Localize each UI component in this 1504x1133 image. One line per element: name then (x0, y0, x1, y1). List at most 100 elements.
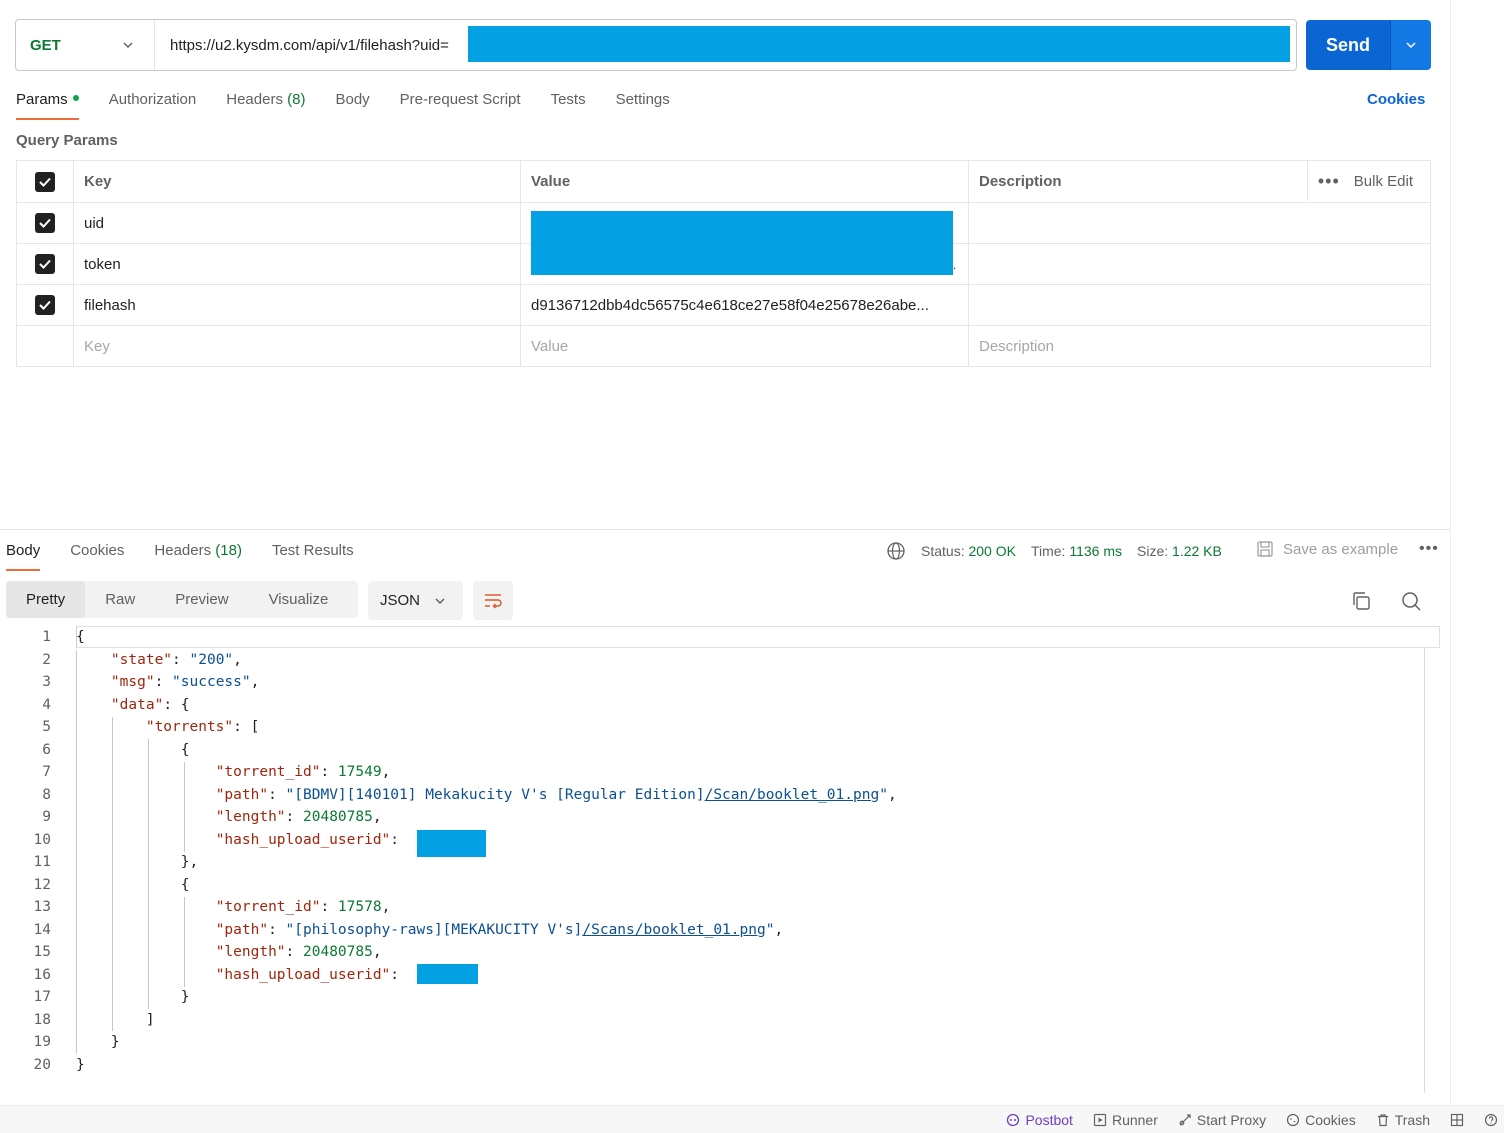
view-raw[interactable]: Raw (85, 581, 155, 618)
size-value[interactable]: 1.22 KB (1172, 543, 1222, 559)
more-options-icon[interactable]: ••• (1308, 171, 1350, 192)
tab-tests[interactable]: Tests (536, 90, 601, 120)
param-key[interactable]: token (74, 244, 521, 284)
resp-tab-test-results[interactable]: Test Results (257, 541, 369, 571)
new-value-input[interactable]: Value (521, 326, 969, 366)
line-number: 12 (33, 876, 51, 893)
view-preview[interactable]: Preview (155, 581, 248, 618)
param-description[interactable] (969, 244, 1430, 284)
send-button[interactable]: Send (1306, 20, 1390, 70)
status-value[interactable]: 200 OK (968, 543, 1015, 559)
param-row: filehash d9136712dbb4dc56575c4e618ce27e5… (17, 284, 1430, 325)
more-options-icon[interactable]: ••• (1419, 540, 1439, 558)
torrent-id-value: 17549 (337, 764, 382, 781)
check-icon (39, 259, 51, 269)
check-icon (39, 300, 51, 310)
view-visualize[interactable]: Visualize (249, 581, 349, 618)
postbot-button[interactable]: Postbot (996, 1112, 1082, 1128)
resp-tab-headers[interactable]: Headers (18) (139, 541, 257, 571)
code-text: "path": "[philosophy-raws][MEKAKUCITY V'… (215, 921, 784, 938)
search-icon[interactable] (1399, 589, 1423, 613)
wrap-lines-button[interactable] (473, 581, 513, 620)
url-input[interactable]: https://u2.kysdm.com/api/v1/filehash?uid… (155, 20, 1296, 70)
tab-prerequest-script[interactable]: Pre-request Script (385, 90, 536, 120)
code-line: 19 } (0, 1031, 1440, 1054)
line-number: 13 (33, 899, 51, 916)
time-value[interactable]: 1136 ms (1069, 543, 1122, 559)
redaction-block (468, 26, 1290, 62)
cookies-button[interactable]: Cookies (1276, 1112, 1366, 1128)
start-proxy-label: Start Proxy (1196, 1111, 1267, 1128)
response-body-code[interactable]: 1{ 2 "state": "200", 3 "msg": "success",… (0, 626, 1440, 1076)
param-key[interactable]: filehash (74, 285, 521, 325)
param-checkbox[interactable] (35, 213, 55, 233)
layout-toggle-button[interactable] (1440, 1113, 1474, 1127)
runner-button[interactable]: Runner (1083, 1112, 1168, 1128)
line-number: 11 (33, 854, 51, 871)
path-value: [philosophy-raws][MEKAKUCITY V's] (294, 921, 583, 938)
line-number: 5 (42, 719, 51, 736)
save-as-example-button[interactable]: Save as example (1255, 539, 1398, 559)
line-number: 18 (33, 1011, 51, 1028)
format-label: JSON (380, 592, 421, 609)
code-line: 13 "torrent_id": 17578, (0, 896, 1440, 919)
code-scrollbar-track[interactable] (1424, 648, 1425, 1093)
wrap-lines-icon (485, 593, 502, 608)
resp-tab-cookies[interactable]: Cookies (55, 541, 139, 571)
param-value[interactable]: d9136712dbb4dc56575c4e618ce27e58f04e2567… (521, 285, 969, 325)
copy-icon[interactable] (1349, 589, 1373, 613)
code-text: "torrent_id": 17578, (215, 899, 391, 916)
line-number: 3 (42, 674, 51, 691)
header-actions: ••• Bulk Edit (1306, 161, 1430, 201)
save-as-example-label: Save as example (1283, 540, 1399, 558)
length-value: 20480785 (303, 809, 373, 826)
send-options-button[interactable] (1390, 20, 1431, 70)
globe-icon[interactable] (886, 541, 906, 561)
code-text: ] (76, 1011, 155, 1028)
new-key-input[interactable]: Key (74, 326, 521, 366)
code-text: "torrents": [ (145, 719, 260, 736)
chevron-down-icon (435, 597, 445, 604)
tab-body[interactable]: Body (320, 90, 384, 120)
line-number: 17 (33, 989, 51, 1006)
code-line: 17 } (0, 986, 1440, 1009)
code-text: "state": "200", (110, 651, 242, 668)
tab-headers-count: (8) (287, 91, 306, 108)
cookies-link[interactable]: Cookies (1367, 91, 1425, 108)
key-column-header: Key (74, 161, 521, 202)
tab-settings[interactable]: Settings (601, 90, 685, 120)
code-line: 4 "data": { (0, 694, 1440, 717)
param-checkbox[interactable] (35, 295, 55, 315)
tab-params[interactable]: Params (16, 90, 94, 120)
code-text: "torrent_id": 17549, (215, 764, 391, 781)
new-description-input[interactable]: Description (969, 326, 1430, 366)
select-all-checkbox[interactable] (35, 171, 55, 192)
line-number: 7 (42, 764, 51, 781)
start-proxy-button[interactable]: Start Proxy (1168, 1112, 1276, 1128)
pane-divider[interactable] (0, 529, 1450, 530)
param-key[interactable]: uid (74, 203, 521, 243)
params-header-row: Key Value Description ••• Bulk Edit (17, 161, 1430, 202)
path-link[interactable]: /Scan/booklet_01.png (705, 787, 880, 803)
checkbox-cell (17, 161, 74, 202)
param-checkbox[interactable] (35, 254, 55, 274)
check-icon (39, 218, 51, 228)
resp-tab-body[interactable]: Body (6, 541, 55, 571)
bulk-edit-button[interactable]: Bulk Edit (1350, 173, 1430, 190)
param-description[interactable] (969, 285, 1430, 325)
trash-icon (1377, 1113, 1388, 1126)
path-link[interactable]: /Scans/booklet_01.png (582, 922, 765, 938)
code-text: { (76, 741, 190, 758)
param-description[interactable] (969, 203, 1430, 243)
format-select[interactable]: JSON (368, 581, 463, 620)
tab-authorization[interactable]: Authorization (94, 90, 212, 120)
trash-button[interactable]: Trash (1366, 1112, 1440, 1128)
help-button[interactable] (1474, 1113, 1500, 1127)
code-text: }, (76, 854, 199, 871)
view-pretty[interactable]: Pretty (6, 581, 86, 618)
params-indicator-dot (72, 95, 79, 102)
code-text: } (76, 1056, 85, 1073)
tab-headers[interactable]: Headers (8) (211, 90, 320, 120)
postbot-icon (1007, 1113, 1020, 1126)
method-select[interactable]: GET (16, 20, 155, 70)
